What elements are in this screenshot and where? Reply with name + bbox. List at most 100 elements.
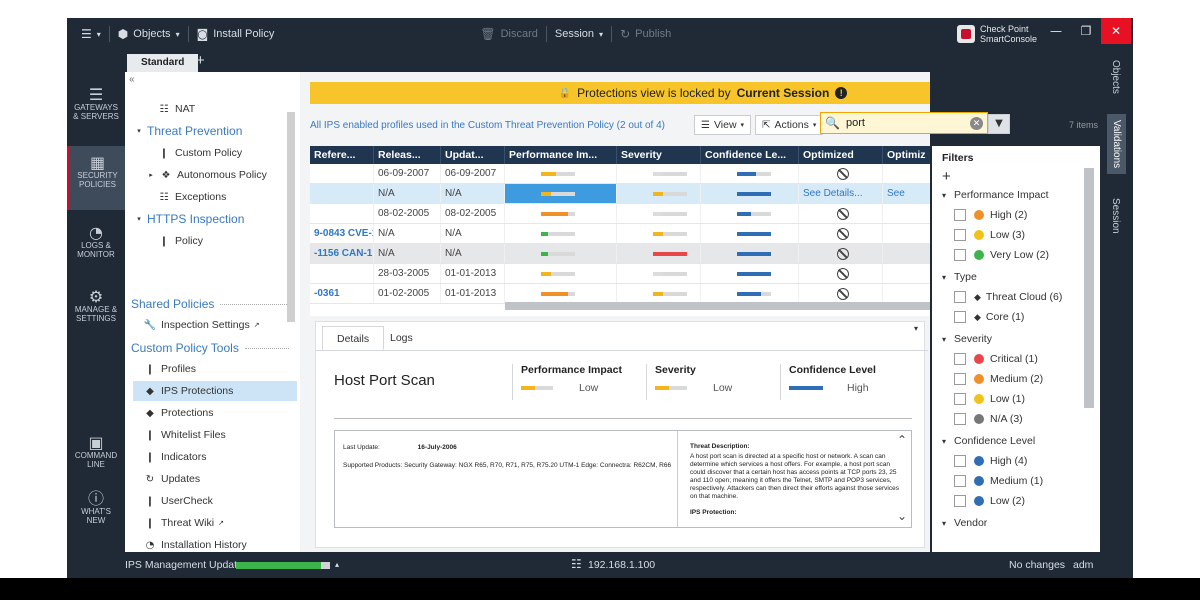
scroll-up-icon[interactable]: ⌃	[897, 433, 907, 447]
filter-checkbox[interactable]	[954, 495, 966, 507]
table-row[interactable]: 9-0843 CVE-1 N/A N/A	[310, 224, 930, 244]
filter-option[interactable]: Medium (2)	[942, 370, 1043, 388]
grid-horizontal-scrollbar[interactable]	[505, 302, 930, 310]
filter-checkbox[interactable]	[954, 475, 966, 487]
filter-option[interactable]: Low (1)	[942, 390, 1025, 408]
tree-item-custom-policy[interactable]: ❙ Custom Policy	[157, 143, 242, 163]
column-header-severity[interactable]: Severity	[617, 146, 701, 164]
restore-button[interactable]: ❐	[1071, 18, 1101, 44]
minimize-button[interactable]: —	[1041, 18, 1071, 44]
filter-checkbox[interactable]	[954, 353, 966, 365]
rail-objects[interactable]: Objects	[1110, 60, 1121, 94]
install-policy-button[interactable]: ◙ Install Policy	[189, 18, 283, 50]
tree-item-autonomous-policy[interactable]: ▸ ❖ Autonomous Policy	[147, 165, 267, 185]
nav-logs-monitor[interactable]: ◔ LOGS & MONITOR	[67, 225, 125, 280]
filter-section[interactable]: ▾ Type	[942, 268, 977, 286]
filter-option[interactable]: ◆ Threat Cloud (6)	[942, 288, 1062, 306]
tree-item-indicators[interactable]: ❙ Indicators	[143, 447, 207, 467]
filter-checkbox[interactable]	[954, 393, 966, 405]
filter-option[interactable]: Low (3)	[942, 226, 1025, 244]
tree-item-https-inspection[interactable]: ▾ HTTPS Inspection	[135, 209, 244, 229]
tree-item-usercheck[interactable]: ❙ UserCheck	[143, 491, 213, 511]
tree-item-protections[interactable]: ◆ Protections	[143, 403, 213, 423]
chevron-up-icon[interactable]: ▴	[335, 560, 339, 569]
filter-checkbox[interactable]	[954, 373, 966, 385]
nav-gateways-servers[interactable]: ☰ GATEWAYS & SERVERS	[67, 87, 125, 142]
filter-checkbox[interactable]	[954, 209, 966, 221]
filter-checkbox[interactable]	[954, 249, 966, 261]
filter-toggle-button[interactable]: ▼	[988, 114, 1010, 134]
tab-standard[interactable]: Standard	[127, 54, 199, 72]
table-row[interactable]: -1156 CAN-1 N/A N/A	[310, 244, 930, 264]
nav-command-line[interactable]: ▣ COMMAND LINE	[67, 435, 125, 490]
actions-menu-button[interactable]: ⇱ Actions ▾	[755, 115, 824, 135]
column-header-reference[interactable]: Refere...	[310, 146, 374, 164]
filters-scrollbar[interactable]	[1084, 168, 1094, 408]
tree-item-profiles[interactable]: ❙ Profiles	[143, 359, 196, 379]
add-filter-button[interactable]: +	[942, 168, 951, 185]
tree-item-threat-prevention[interactable]: ▾ Threat Prevention	[135, 121, 242, 141]
filter-checkbox[interactable]	[954, 413, 966, 425]
filter-checkbox[interactable]	[954, 311, 966, 323]
tree-item-whitelist-files[interactable]: ❙ Whitelist Files	[143, 425, 226, 445]
scroll-down-icon[interactable]: ⌄	[897, 509, 907, 523]
tab-logs[interactable]: Logs	[376, 326, 427, 350]
filter-option[interactable]: Critical (1)	[942, 350, 1038, 368]
view-menu-button[interactable]: ☰ View ▾	[694, 115, 752, 135]
filter-section[interactable]: ▾ Severity	[942, 330, 992, 348]
publish-button[interactable]: ↻ Publish	[612, 18, 679, 50]
add-tab-button[interactable]: +	[196, 52, 205, 69]
table-row[interactable]: 06-09-2007 06-09-2007	[310, 164, 930, 184]
tab-details[interactable]: Details	[322, 326, 385, 350]
filter-option[interactable]: ◆ Core (1)	[942, 308, 1024, 326]
search-input[interactable]: 🔍 port ✕	[820, 112, 988, 134]
collapse-panel-button[interactable]: «	[129, 74, 135, 85]
filter-section[interactable]: ▾ Vendor	[942, 514, 987, 532]
filter-option[interactable]: N/A (3)	[942, 410, 1023, 428]
discard-button[interactable]: 🗑 Discard	[472, 18, 546, 50]
column-header-optimized-2[interactable]: Optimiz	[883, 146, 930, 164]
panel-menu-icon[interactable]: ▾	[914, 324, 918, 333]
description-scrollbar[interactable]: ⌃ ⌄	[895, 431, 911, 527]
table-row[interactable]: N/A N/A See Details... See	[310, 184, 930, 204]
objects-menu-button[interactable]: ⬢ Objects ▾	[110, 18, 188, 50]
nav-whats-new[interactable]: ⓘ WHAT'S NEW	[67, 491, 125, 546]
column-header-performance-impact[interactable]: Performance Im...	[505, 146, 617, 164]
table-row[interactable]: 28-03-2005 01-01-2013	[310, 264, 930, 284]
filter-option[interactable]: Very Low (2)	[942, 246, 1049, 264]
filter-checkbox[interactable]	[954, 229, 966, 241]
rail-session[interactable]: Session	[1110, 198, 1121, 234]
tree-item-ips-protections[interactable]: ◆ IPS Protections	[133, 381, 297, 401]
rail-validations[interactable]: Validations	[1107, 114, 1126, 175]
tree-item-threat-wiki[interactable]: ❙ Threat Wiki ↗	[143, 513, 232, 533]
table-row[interactable]: -0361 01-02-2005 01-01-2013	[310, 284, 930, 304]
close-button[interactable]: ✕	[1101, 18, 1131, 44]
column-header-optimized[interactable]: Optimized	[799, 146, 883, 164]
info-icon[interactable]: !	[835, 87, 848, 99]
session-menu-button[interactable]: Session ▾	[547, 18, 611, 50]
nav-security-policies[interactable]: ▦ SECURITY POLICIES	[67, 146, 125, 210]
clear-search-icon[interactable]: ✕	[970, 116, 983, 130]
tree-item-updates[interactable]: ↻ Updates	[143, 469, 200, 489]
column-header-release-date[interactable]: Releas...	[374, 146, 441, 164]
tree-item-exceptions[interactable]: ☷ Exceptions	[157, 187, 227, 207]
cell-optimized[interactable]: See Details...	[799, 184, 883, 203]
filter-section[interactable]: ▾ Performance Impact	[942, 186, 1049, 204]
tree-item-nat[interactable]: ☷ NAT	[157, 99, 196, 119]
app-menu-button[interactable]: ☰ ▾	[67, 18, 109, 50]
filter-option[interactable]: Low (2)	[942, 492, 1025, 510]
column-header-confidence-level[interactable]: Confidence Le...	[701, 146, 799, 164]
filter-checkbox[interactable]	[954, 455, 966, 467]
filter-checkbox[interactable]	[954, 291, 966, 303]
table-row[interactable]: 08-02-2005 08-02-2005	[310, 204, 930, 224]
tree-item-policy[interactable]: ❙ Policy	[157, 231, 203, 251]
filter-section[interactable]: ▾ Confidence Level	[942, 432, 1035, 450]
column-header-update-date[interactable]: Updat...	[441, 146, 505, 164]
nav-manage-settings[interactable]: ⚙ MANAGE & SETTINGS	[67, 289, 125, 344]
tree-scrollbar[interactable]	[287, 112, 295, 322]
filter-option[interactable]: High (2)	[942, 206, 1027, 224]
tree-item-installation-history[interactable]: ◔ Installation History	[143, 535, 247, 552]
tree-item-inspection-settings[interactable]: 🔧 Inspection Settings ↗	[143, 315, 268, 335]
filter-option[interactable]: Medium (1)	[942, 472, 1043, 490]
filter-option[interactable]: High (4)	[942, 452, 1027, 470]
